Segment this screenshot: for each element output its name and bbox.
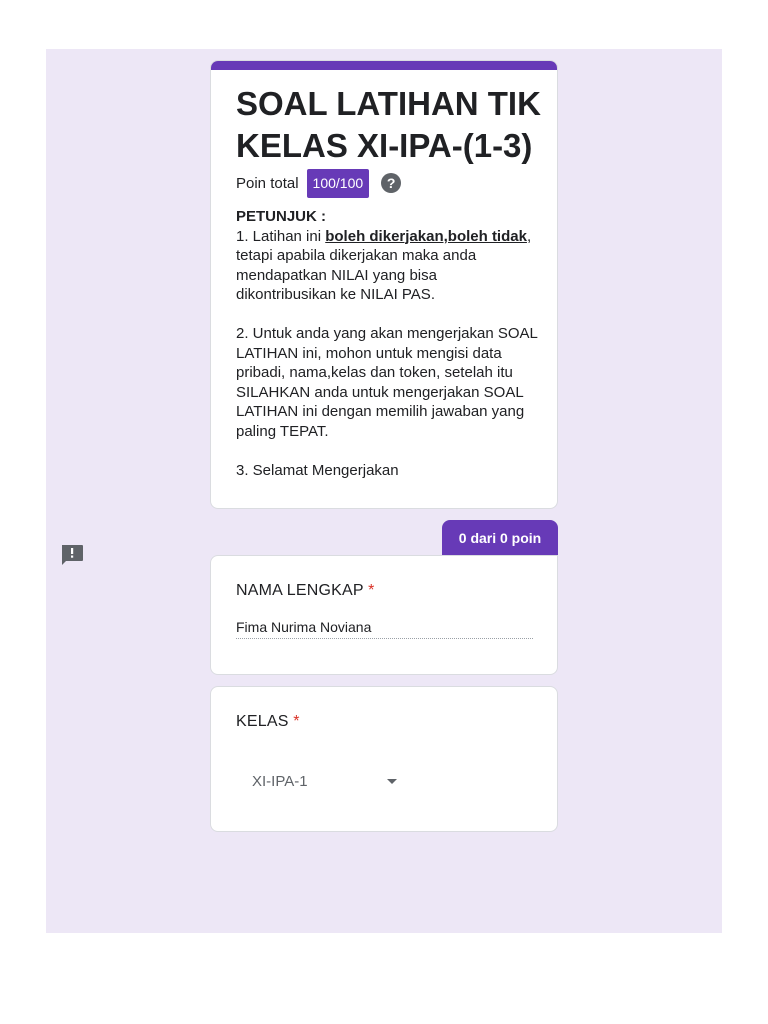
question-card-nama-lengkap: NAMA LENGKAP * Fima Nurima Noviana bbox=[210, 555, 558, 675]
form-description: PETUNJUK : 1. Latihan ini boleh dikerjak… bbox=[236, 207, 541, 500]
question-title-text: NAMA LENGKAP bbox=[236, 582, 364, 599]
form-title: SOAL LATIHAN TIK KELAS XI-IPA-(1-3) bbox=[236, 85, 541, 164]
instruction-1-emphasis: boleh dikerjakan,boleh tidak bbox=[325, 227, 527, 245]
instruction-1-prefix: 1. Latihan ini bbox=[236, 227, 326, 245]
form-header-card: SOAL LATIHAN TIK KELAS XI-IPA-(1-3) Poin… bbox=[210, 60, 558, 509]
required-asterisk: * bbox=[293, 713, 300, 730]
required-asterisk: * bbox=[368, 582, 375, 599]
question-title: KELAS * bbox=[236, 713, 300, 731]
theme-accent-bar bbox=[211, 61, 557, 70]
help-icon[interactable]: ? bbox=[381, 173, 402, 193]
dropdown-selected-value: XI-IPA-1 bbox=[252, 772, 308, 790]
section-score-badge: 0 dari 0 poin bbox=[442, 520, 558, 555]
total-points-label: Poin total bbox=[236, 174, 299, 192]
chevron-down-icon bbox=[387, 779, 397, 784]
answer-underline bbox=[236, 638, 533, 639]
instructions-heading: PETUNJUK : bbox=[236, 208, 327, 225]
question-title-text: KELAS bbox=[236, 713, 289, 730]
answer-text: Fima Nurima Noviana bbox=[236, 619, 372, 635]
total-points-row: Poin total 100/100 ? bbox=[236, 168, 402, 198]
feedback-icon[interactable] bbox=[60, 544, 84, 566]
question-card-kelas: KELAS * XI-IPA-1 bbox=[210, 686, 558, 832]
question-title: NAMA LENGKAP * bbox=[236, 582, 375, 600]
instruction-item-2: 2. Untuk anda yang akan mengerjakan SOAL… bbox=[236, 325, 538, 440]
total-points-badge: 100/100 bbox=[306, 168, 370, 198]
instruction-item-1: 1. Latihan ini boleh dikerjakan,boleh ti… bbox=[236, 227, 541, 305]
kelas-dropdown[interactable]: XI-IPA-1 bbox=[236, 761, 416, 801]
instruction-item-3: 3. Selamat Mengerjakan bbox=[236, 461, 399, 479]
